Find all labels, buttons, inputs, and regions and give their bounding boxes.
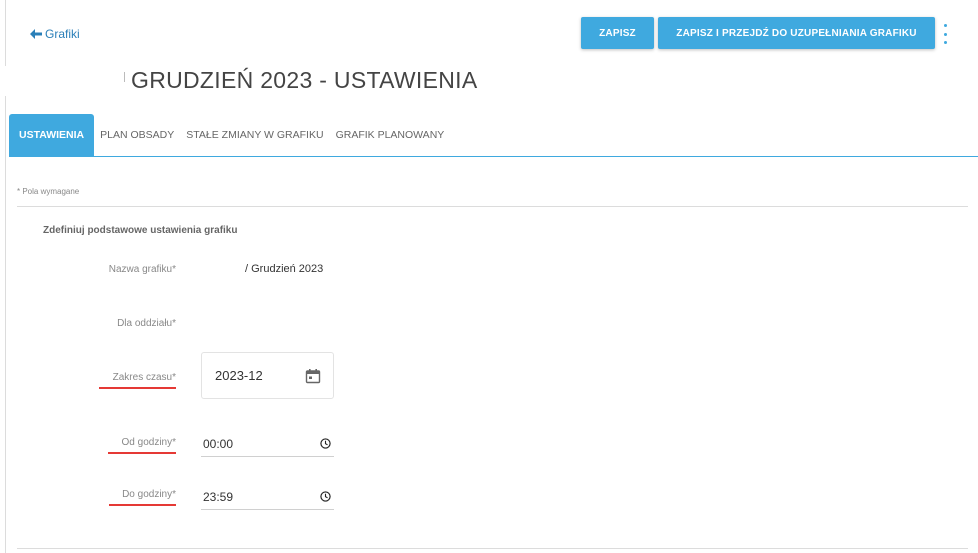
divider bbox=[17, 206, 968, 207]
required-fields-note: * Pola wymagane bbox=[17, 187, 80, 196]
schedule-name-label: Nazwa grafiku* bbox=[108, 264, 176, 275]
calendar-icon[interactable] bbox=[305, 368, 321, 384]
kebab-menu-icon[interactable] bbox=[940, 24, 950, 44]
tab-underline bbox=[9, 156, 978, 157]
end-time-input[interactable]: 23:59 bbox=[201, 484, 334, 510]
tab-settings[interactable]: USTAWIENIA bbox=[9, 114, 95, 156]
tab-bar: USTAWIENIA PLAN OBSADY STAŁE ZMIANY W GR… bbox=[9, 114, 450, 156]
page-frame-edge bbox=[5, 96, 6, 553]
page-frame-edge bbox=[5, 0, 6, 66]
month-picker[interactable]: 2023-12 bbox=[201, 352, 334, 399]
title-decoration bbox=[124, 72, 125, 82]
start-time-value: 00:00 bbox=[203, 436, 234, 451]
tab-staffing-plan[interactable]: PLAN OBSADY bbox=[94, 114, 180, 156]
save-and-continue-button[interactable]: ZAPISZ I PRZEJDŹ DO UZUPEŁNIANIA GRAFIKU bbox=[658, 17, 935, 49]
tab-fixed-shifts[interactable]: STAŁE ZMIANY W GRAFIKU bbox=[180, 114, 329, 156]
start-time-input[interactable]: 00:00 bbox=[201, 431, 334, 457]
arrow-left-icon bbox=[30, 29, 42, 39]
save-button[interactable]: ZAPISZ bbox=[581, 17, 654, 49]
start-time-label: Od godziny* bbox=[56, 437, 176, 454]
time-range-label: Zakres czasu* bbox=[56, 372, 176, 389]
clock-icon[interactable] bbox=[320, 491, 331, 502]
clock-icon[interactable] bbox=[320, 438, 331, 449]
department-label: Dla oddziału* bbox=[117, 318, 176, 329]
tab-planned-schedule[interactable]: GRAFIK PLANOWANY bbox=[330, 114, 451, 156]
back-link[interactable]: Grafiki bbox=[30, 27, 80, 41]
month-picker-value: 2023-12 bbox=[215, 368, 263, 383]
section-title: Zdefiniuj podstawowe ustawienia grafiku bbox=[43, 225, 238, 236]
divider bbox=[17, 548, 968, 549]
end-time-label: Do godziny* bbox=[56, 489, 176, 506]
schedule-name-value: / Grudzień 2023 bbox=[245, 263, 324, 275]
page-title: GRUDZIEŃ 2023 - USTAWIENIA bbox=[131, 67, 478, 93]
end-time-value: 23:59 bbox=[203, 489, 234, 504]
back-link-label: Grafiki bbox=[45, 27, 80, 41]
